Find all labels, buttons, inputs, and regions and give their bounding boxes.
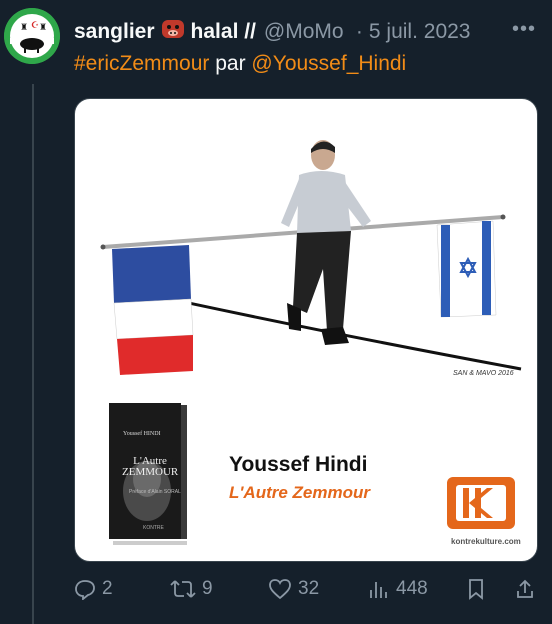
tweet-header: sanglier halal // @MoMo · 5 juil. 2023: [74, 18, 552, 46]
views-button[interactable]: 448: [368, 578, 428, 600]
book-cover-author: Youssef HINDI: [123, 431, 161, 437]
poster-author-name: Youssef Hindi: [229, 453, 368, 476]
mention-link[interactable]: @Youssef_Hindi: [251, 52, 406, 75]
poster-book-title: L'Autre Zemmour: [229, 483, 370, 502]
book-cover-publisher: KONTRE: [143, 525, 164, 531]
view-count: 448: [396, 578, 428, 599]
views-icon: [370, 582, 387, 598]
reply-button[interactable]: 2: [74, 578, 113, 600]
like-count: 32: [298, 578, 320, 599]
bookmark-icon: [469, 579, 483, 600]
more-options-icon[interactable]: •••: [512, 18, 536, 41]
timestamp[interactable]: 5 juil. 2023: [369, 20, 471, 44]
display-name[interactable]: sanglier: [74, 20, 155, 44]
tweet-media[interactable]: SAN & MAVO 2016 Youssef HINDI L'Autre ZE…: [74, 98, 538, 562]
thread-line: [32, 84, 34, 624]
retweet-icon: [170, 580, 196, 598]
reply-icon: [75, 580, 95, 600]
artist-signature: SAN & MAVO 2016: [453, 370, 514, 377]
kontrekulture-logo: [447, 477, 515, 529]
share-icon: [517, 579, 533, 598]
svg-text:☪: ☪: [31, 20, 39, 30]
tweet-text-middle: par: [215, 52, 246, 75]
tweet-actions: 2 9 32 448: [74, 578, 540, 610]
israeli-flag: [436, 220, 497, 318]
share-button[interactable]: [514, 578, 542, 600]
retweet-count: 9: [202, 578, 213, 599]
avatar-image: ♜ ☪ ♜: [4, 8, 60, 64]
heart-icon: [269, 579, 291, 600]
separator: ·: [355, 20, 363, 43]
boar-icon: [161, 18, 185, 46]
svg-text:♜: ♜: [39, 22, 47, 32]
avatar[interactable]: ♜ ☪ ♜: [4, 8, 60, 64]
book-cover-title-line2: ZEMMOUR: [122, 466, 179, 478]
tweet-text: #ericZemmour par @Youssef_Hindi: [74, 52, 406, 76]
book-cover-subtitle: Préface d'Alain SORAL: [129, 489, 181, 495]
bookmark-button[interactable]: [466, 578, 492, 600]
user-handle[interactable]: @MoMo: [264, 20, 350, 44]
retweet-button[interactable]: 9: [170, 578, 213, 600]
french-flag: [112, 245, 194, 375]
display-name-suffix[interactable]: halal //: [191, 20, 256, 44]
like-button[interactable]: 32: [268, 578, 319, 600]
svg-text:♜: ♜: [20, 22, 28, 32]
reply-count: 2: [102, 578, 113, 599]
brand-url: kontrekulture.com: [451, 537, 521, 546]
hashtag-link[interactable]: #ericZemmour: [74, 52, 209, 75]
book-cover-title: L'Autre ZEMMOUR: [122, 456, 178, 478]
walking-man: [281, 140, 371, 345]
